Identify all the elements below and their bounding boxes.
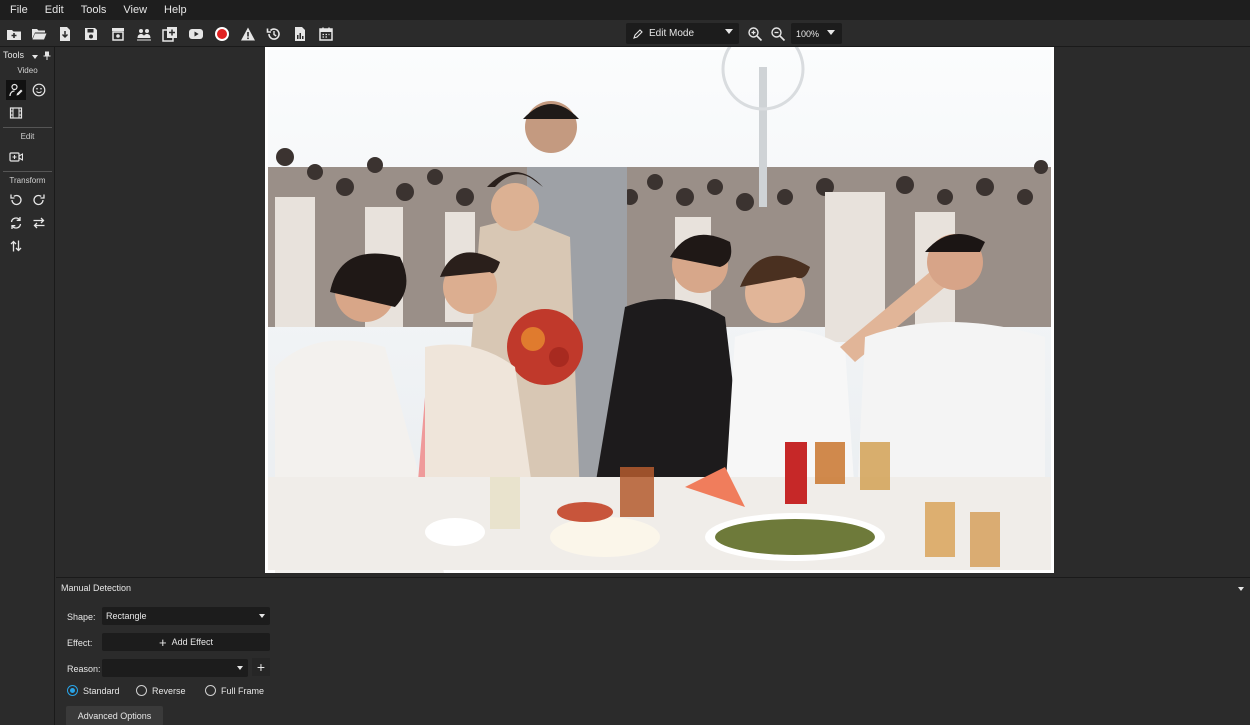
- section-label-edit: Edit: [20, 132, 35, 141]
- chevron-down-icon: [259, 614, 265, 618]
- radio-label: Reverse: [152, 685, 186, 696]
- effect-label: Effect:: [67, 638, 93, 648]
- mode-select-label: Edit Mode: [649, 28, 695, 39]
- youtube-icon[interactable]: [185, 23, 207, 45]
- photo-canvas[interactable]: [265, 47, 1054, 573]
- add-video-icon[interactable]: [6, 147, 26, 167]
- smiley-face-icon[interactable]: [29, 80, 49, 100]
- zoom-level: 100%: [796, 28, 820, 39]
- chevron-down-icon: [237, 666, 243, 670]
- shape-value: Rectangle: [106, 611, 147, 621]
- archive-icon[interactable]: [107, 23, 129, 45]
- calendar-icon[interactable]: [315, 23, 337, 45]
- reason-label: Reason:: [67, 664, 101, 674]
- wedding-photo: [265, 47, 1054, 573]
- tools-panel-title: Tools: [3, 50, 25, 60]
- refresh-icon[interactable]: [6, 213, 26, 233]
- menu-bar: File Edit Tools View Help: [0, 0, 1250, 20]
- radio-dot: [136, 685, 147, 696]
- add-clip-icon[interactable]: [159, 23, 181, 45]
- add-effect-label: Add Effect: [171, 637, 213, 647]
- menu-view[interactable]: View: [117, 0, 153, 20]
- advanced-options-button[interactable]: Advanced Options: [66, 706, 163, 725]
- radio-full-frame[interactable]: Full Frame: [205, 685, 264, 696]
- import-file-icon[interactable]: [54, 23, 76, 45]
- radio-dot: [205, 685, 216, 696]
- tools-panel: Tools Video Edit Transform: [0, 47, 55, 725]
- radio-label: Full Frame: [221, 685, 265, 696]
- open-folder-icon[interactable]: [28, 23, 50, 45]
- zoom-in-icon[interactable]: [744, 23, 766, 45]
- report-icon[interactable]: [289, 23, 311, 45]
- panel-title: Manual Detection: [61, 583, 132, 593]
- plus-icon: +: [159, 634, 167, 650]
- section-label-transform: Transform: [9, 176, 46, 185]
- manual-detection-panel: Manual Detection Shape: Rectangle Effect…: [56, 577, 1250, 725]
- radio-standard[interactable]: Standard: [67, 685, 120, 696]
- add-reason-button[interactable]: +: [252, 658, 270, 676]
- history-icon[interactable]: [263, 23, 285, 45]
- menu-help[interactable]: Help: [158, 0, 193, 20]
- flip-horizontal-icon[interactable]: [29, 213, 49, 233]
- rotate-right-icon[interactable]: [29, 190, 49, 210]
- film-strip-icon[interactable]: [6, 103, 26, 123]
- rotate-left-icon[interactable]: [6, 190, 26, 210]
- save-icon[interactable]: [80, 23, 102, 45]
- flip-vertical-icon[interactable]: [6, 236, 26, 256]
- menu-tools[interactable]: Tools: [75, 0, 113, 20]
- chevron-down-icon: [725, 29, 733, 34]
- section-label-video: Video: [17, 66, 38, 75]
- radio-dot: [67, 685, 78, 696]
- warning-icon[interactable]: [237, 23, 259, 45]
- plus-icon: +: [256, 659, 266, 675]
- divider: [3, 171, 52, 172]
- chevron-down-icon[interactable]: [32, 55, 38, 59]
- divider: [3, 127, 52, 128]
- pencil-icon: [633, 28, 643, 39]
- reason-select[interactable]: [102, 659, 248, 677]
- pin-icon[interactable]: [43, 51, 51, 60]
- toolbar: Edit Mode 100%: [0, 20, 1250, 47]
- chevron-down-icon: [827, 30, 835, 35]
- new-project-icon[interactable]: [3, 23, 25, 45]
- shape-select[interactable]: Rectangle: [102, 607, 270, 625]
- advanced-options-label: Advanced Options: [77, 711, 152, 721]
- chevron-down-icon[interactable]: [1238, 587, 1244, 591]
- add-effect-button[interactable]: + Add Effect: [102, 633, 270, 651]
- radio-reverse[interactable]: Reverse: [136, 685, 186, 696]
- shape-label: Shape:: [67, 612, 96, 622]
- people-detect-icon[interactable]: [133, 23, 155, 45]
- zoom-select[interactable]: 100%: [791, 23, 842, 44]
- menu-edit[interactable]: Edit: [39, 0, 70, 20]
- radio-label: Standard: [83, 685, 120, 696]
- menu-file[interactable]: File: [4, 0, 34, 20]
- mode-select[interactable]: Edit Mode: [626, 23, 739, 44]
- zoom-out-icon[interactable]: [767, 23, 789, 45]
- face-tag-icon[interactable]: [6, 80, 26, 100]
- record-icon[interactable]: [211, 23, 233, 45]
